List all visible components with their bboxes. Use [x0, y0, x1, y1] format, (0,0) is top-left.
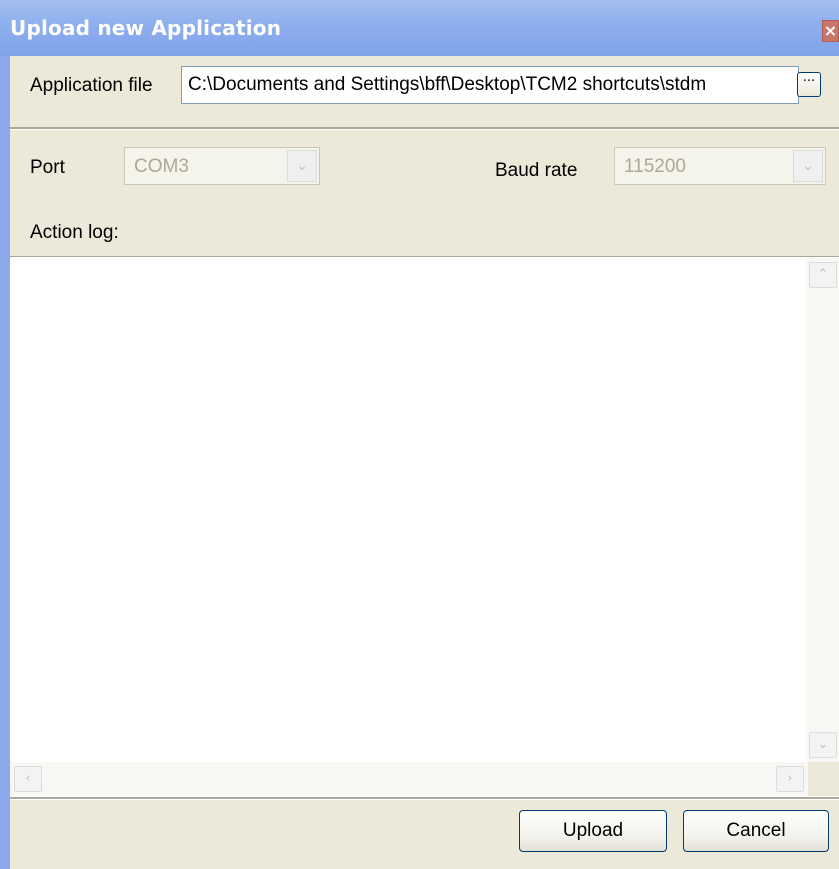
- window-title: Upload new Application: [10, 16, 282, 40]
- port-label: Port: [30, 157, 65, 178]
- port-select[interactable]: COM3 ⌄: [124, 147, 320, 185]
- action-log-label: Action log:: [30, 222, 119, 243]
- chevron-down-icon: ⌄: [817, 737, 829, 752]
- close-icon: ×: [823, 21, 838, 40]
- close-button[interactable]: ×: [822, 20, 839, 42]
- vertical-scrollbar[interactable]: ⌃ ⌄: [806, 258, 839, 763]
- upload-button[interactable]: Upload: [519, 810, 667, 852]
- scrollbar-corner: [808, 762, 839, 796]
- browse-button[interactable]: ···: [797, 72, 821, 97]
- title-bar[interactable]: Upload new Application ×: [0, 0, 839, 56]
- application-file-label: Application file: [30, 75, 153, 96]
- chevron-down-icon[interactable]: ⌄: [793, 150, 823, 182]
- port-selected-value: COM3: [134, 156, 189, 177]
- chevron-up-icon: ⌃: [817, 267, 829, 282]
- chevron-down-icon[interactable]: ⌄: [287, 150, 317, 182]
- group-divider: [10, 127, 839, 130]
- ellipsis-icon: ···: [802, 74, 816, 89]
- action-log-textarea[interactable]: [10, 256, 839, 800]
- baud-rate-selected-value: 115200: [624, 156, 686, 177]
- bottom-divider: [10, 797, 839, 800]
- baud-rate-label: Baud rate: [495, 160, 578, 181]
- chevron-right-icon: ›: [787, 771, 793, 786]
- scroll-left-button[interactable]: ‹: [14, 766, 42, 792]
- upload-application-dialog: Upload new Application × Application fil…: [0, 0, 839, 869]
- scroll-right-button[interactable]: ›: [776, 766, 804, 792]
- cancel-button[interactable]: Cancel: [683, 810, 829, 852]
- scroll-down-button[interactable]: ⌄: [809, 732, 837, 758]
- application-file-input[interactable]: C:\Documents and Settings\bff\Desktop\TC…: [181, 66, 799, 104]
- baud-rate-select[interactable]: 115200 ⌄: [614, 147, 826, 185]
- window-left-border: [0, 56, 10, 869]
- scroll-up-button[interactable]: ⌃: [809, 262, 837, 288]
- chevron-left-icon: ‹: [25, 771, 31, 786]
- horizontal-scrollbar[interactable]: ‹ ›: [10, 762, 808, 796]
